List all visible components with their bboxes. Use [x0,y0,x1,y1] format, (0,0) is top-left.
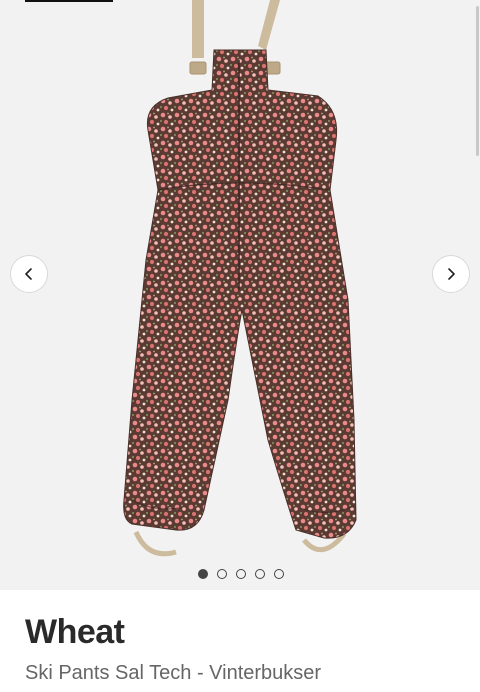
scrollbar[interactable] [474,0,480,590]
header-underline [25,0,113,2]
chevron-right-icon [448,268,455,280]
pants-body [123,49,357,539]
pagination-dot[interactable] [217,569,227,579]
product-title: Ski Pants Sal Tech - Vinterbukser [25,662,322,684]
left-foot-loop [133,530,177,557]
pagination-dot[interactable] [236,569,246,579]
brand-name[interactable]: Wheat [25,612,125,652]
next-image-button[interactable] [432,255,470,293]
product-image[interactable] [118,0,360,562]
pagination-dot[interactable] [255,569,265,579]
gallery-pagination [0,569,480,583]
chevron-left-icon [25,268,32,280]
scrollbar-thumb[interactable] [476,6,479,156]
previous-image-button[interactable] [10,255,48,293]
pagination-dot[interactable] [198,569,208,579]
left-strap [189,0,207,75]
product-image-gallery[interactable] [0,0,480,590]
pagination-dot[interactable] [274,569,284,579]
